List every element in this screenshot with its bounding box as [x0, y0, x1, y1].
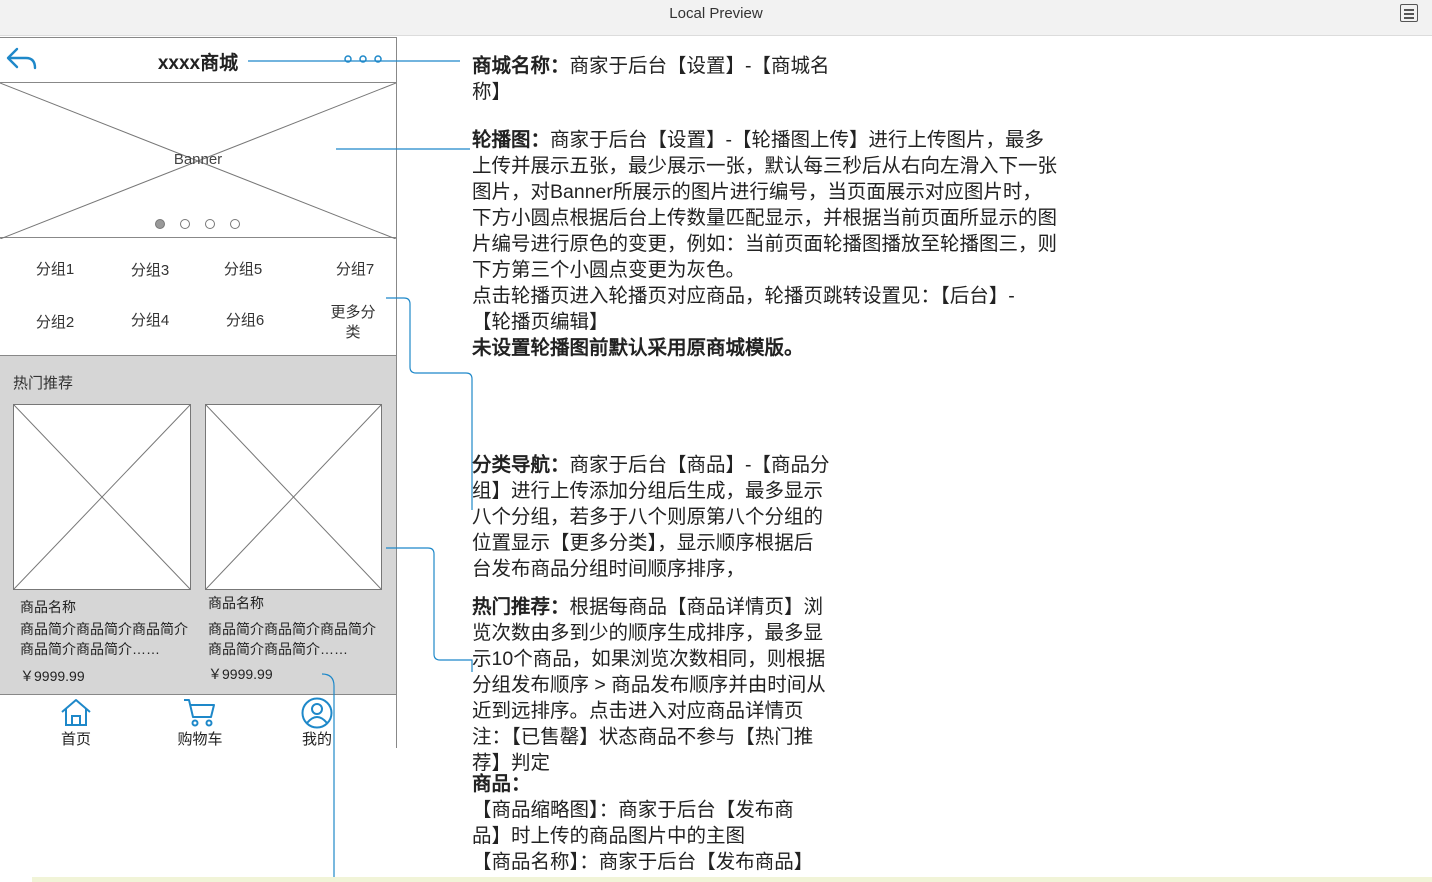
annotation-text: 下方小圆点根据后台上传数量匹配显示，并根据当前页面所显示的图	[472, 207, 1058, 229]
annotation-title: 分类导航：	[472, 454, 570, 476]
annotation-title: 轮播图：	[472, 129, 551, 151]
annotation-text: 注：【已售罄】状态商品不参与【热门推	[472, 726, 814, 748]
annotation-text: 根据每商品【商品详情页】浏	[569, 596, 824, 618]
annotation-text: 【轮播页编辑】	[472, 311, 609, 333]
annotation-text: 【商品名称】：商家于后台【发布商品】	[472, 851, 814, 873]
annotation-text: 商家于后台【设置】-【轮播图上传】进行上传图片，最多	[550, 129, 1045, 151]
annotation-text: 组】进行上传添加分组后生成，最多显示	[472, 480, 824, 502]
annotation-text: 分组发布顺序 > 商品发布顺序并由时间从	[472, 674, 826, 696]
annotation-text: 览次数由多到少的顺序生成排序，最多显	[472, 622, 824, 644]
bottom-strip	[32, 877, 1432, 882]
annotation-text: 八个分组，若多于八个则原第八个分组的	[472, 506, 824, 528]
annotation-banner: 轮播图：商家于后台【设置】-【轮播图上传】进行上传图片，最多 上传并展示五张，最…	[472, 127, 1092, 361]
annotation-text: 下方第三个小圆点变更为灰色。	[472, 259, 746, 281]
annotation-text: 称】	[472, 81, 512, 103]
annotation-note: 未设置轮播图前默认采用原商城模版。	[472, 337, 804, 359]
annotation-hot: 热门推荐：根据每商品【商品详情页】浏 览次数由多到少的顺序生成排序，最多显 示1…	[472, 594, 852, 776]
annotation-title: 商品：	[472, 773, 531, 795]
annotation-text: 商家于后台【设置】-【商城名	[569, 55, 830, 77]
annotation-text: 位置显示【更多分类】，显示顺序根据后	[472, 532, 814, 554]
annotation-text: 品】时上传的商品图片中的主图	[472, 825, 746, 847]
annotation-text: 商家于后台【商品】-【商品分	[569, 454, 830, 476]
annotation-text: 点击轮播页进入轮播页对应商品，轮播页跳转设置见：【后台】-	[472, 285, 1015, 307]
annotation-text: 上传并展示五张，最少展示一张，默认每三秒后从右向左滑入下一张	[472, 155, 1058, 177]
annotation-text: 近到远排序。点击进入对应商品详情页	[472, 700, 804, 722]
annotation-product: 商品： 【商品缩略图】：商家于后台【发布商 品】时上传的商品图片中的主图 【商品…	[472, 771, 852, 877]
annotation-text: 台发布商品分组时间顺序排序，	[472, 558, 746, 580]
annotation-text: 示10个商品，如果浏览次数相同，则根据	[472, 648, 826, 670]
annotation-shop-name: 商城名称：商家于后台【设置】-【商城名 称】	[472, 53, 852, 105]
annotation-text: 【商品缩略图】：商家于后台【发布商	[472, 799, 794, 821]
annotation-title: 热门推荐：	[472, 596, 570, 618]
annotation-category: 分类导航：商家于后台【商品】-【商品分 组】进行上传添加分组后生成，最多显示 八…	[472, 452, 852, 582]
annotation-title: 商城名称：	[472, 55, 570, 77]
annotation-text: 片编号进行原色的变更，例如：当前页面轮播图播放至轮播图三，则	[472, 233, 1058, 255]
annotation-text: 图片，对Banner所展示的图片进行编号，当页面展示对应图片时，	[472, 181, 1042, 203]
